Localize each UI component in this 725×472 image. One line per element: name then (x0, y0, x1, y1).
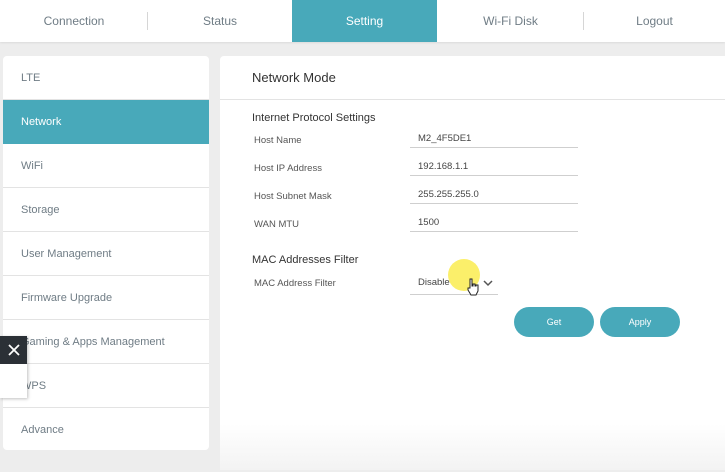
ip-settings-heading: Internet Protocol Settings (252, 112, 376, 124)
overlay-close-button[interactable] (0, 336, 27, 364)
sidebar-item-user-management[interactable]: User Management (3, 232, 209, 276)
sidebar-item-wifi[interactable]: WiFi (3, 144, 209, 188)
get-button[interactable]: Get (514, 307, 594, 337)
sidebar-item-lte[interactable]: LTE (3, 56, 209, 100)
page-title: Network Mode (220, 56, 725, 100)
sidebar-item-firmware-upgrade[interactable]: Firmware Upgrade (3, 276, 209, 320)
host-ip-label: Host IP Address (254, 163, 322, 174)
sidebar-item-advance[interactable]: Advance (3, 408, 209, 450)
mac-filter-select[interactable]: Disable (410, 273, 498, 295)
sidebar-item-gaming-apps-management[interactable]: Gaming & Apps Management (3, 320, 209, 364)
sidebar-item-storage[interactable]: Storage (3, 188, 209, 232)
tab-setting[interactable]: Setting (292, 0, 437, 42)
main-panel: Network Mode Internet Protocol Settings … (220, 56, 725, 470)
tab-connection[interactable]: Connection (0, 0, 148, 42)
host-name-field[interactable]: M2_4F5DE1 (410, 130, 578, 148)
top-navigation: Connection Status Setting Wi-Fi Disk Log… (0, 0, 725, 42)
floating-widget (0, 336, 27, 398)
subnet-mask-label: Host Subnet Mask (254, 191, 332, 202)
host-ip-field[interactable]: 192.168.1.1 (410, 158, 578, 176)
mac-filter-heading: MAC Addresses Filter (252, 254, 359, 266)
panel-footer (220, 424, 725, 470)
close-icon (7, 344, 20, 356)
sidebar-item-wps[interactable]: WPS (3, 364, 209, 408)
host-name-label: Host Name (254, 135, 302, 146)
tab-status[interactable]: Status (148, 0, 292, 42)
sidebar: LTE Network WiFi Storage User Management… (3, 56, 209, 450)
tab-wifi-disk[interactable]: Wi-Fi Disk (437, 0, 584, 42)
tab-logout[interactable]: Logout (584, 0, 725, 42)
hand-pointer-icon (467, 278, 479, 296)
sidebar-item-network[interactable]: Network (3, 100, 209, 144)
mac-filter-label: MAC Address Filter (254, 278, 336, 289)
mac-filter-value: Disable (418, 277, 450, 288)
wan-mtu-field[interactable]: 1500 (410, 214, 578, 232)
wan-mtu-label: WAN MTU (254, 219, 300, 230)
subnet-mask-field[interactable]: 255.255.255.0 (410, 186, 578, 204)
chevron-down-icon[interactable] (482, 277, 494, 289)
apply-button[interactable]: Apply (600, 307, 680, 337)
